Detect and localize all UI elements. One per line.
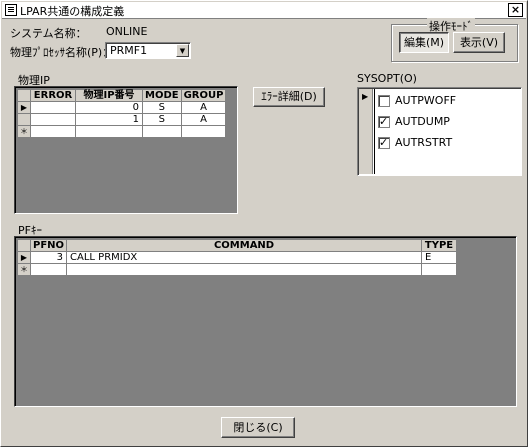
processor-name-label: 物理ﾌﾟﾛｾｯｻ名称(P)： [10,46,114,59]
view-mode-button[interactable]: 表示(V) [453,32,505,53]
cell-error[interactable] [30,113,76,126]
system-name-label: システム名称： [10,27,87,40]
window-title: LPAR共通の構成定義 [20,5,125,18]
sysopt-label: SYSOPT(O) [357,72,417,85]
processor-select[interactable]: PRMF1 ▼ [105,42,191,59]
col-group[interactable]: GROUP [180,89,227,102]
processor-select-value: PRMF1 [110,44,148,57]
col-command[interactable]: COMMAND [66,239,423,252]
row-marker[interactable] [17,113,31,126]
cell-group[interactable]: A [180,101,227,114]
table-row[interactable]: ＊ [17,125,227,138]
new-row-marker[interactable]: ＊ [17,125,31,138]
col-error[interactable]: ERROR [30,89,76,102]
table-row[interactable]: ▶ 0 S A [17,101,227,114]
cell-ip[interactable]: 0 [75,101,143,114]
checkbox-label[interactable]: AUTPWOFF [395,94,456,107]
table-row[interactable]: 1 S A [17,113,227,126]
cell-type[interactable] [421,263,458,276]
col-type[interactable]: TYPE [421,239,458,252]
row-selector-header [17,239,31,252]
cell-error[interactable] [30,125,76,138]
sysopt-divider [374,89,375,174]
check-icon: ✓ [379,136,389,149]
error-detail-button[interactable]: ｴﾗｰ詳細(D) [253,87,325,107]
table-row[interactable]: ▶ 3 CALL PRMIDX E [17,251,458,264]
new-row-marker[interactable]: ＊ [17,263,31,276]
cell-type[interactable]: E [421,251,458,264]
cell-mode[interactable]: S [142,113,182,126]
physical-ip-grid[interactable]: ERROR 物理IP番号 MODE GROUP ▶ 0 S A 1 S A ＊ [14,86,238,214]
title-bar: LPAR共通の構成定義 × [2,2,526,19]
cell-mode[interactable] [142,125,182,138]
sysopt-marker: ▶ [362,92,369,101]
cell-group[interactable]: A [180,113,227,126]
checkbox-box[interactable]: ✓ [378,115,390,128]
cell-ip[interactable] [75,125,143,138]
sysopt-selector[interactable]: ▶ [359,89,373,174]
checkbox-box[interactable] [378,95,390,107]
pfkey-grid[interactable]: PFNO COMMAND TYPE ▶ 3 CALL PRMIDX E ＊ [14,236,517,407]
cell-command[interactable] [66,263,423,276]
cell-mode[interactable]: S [142,101,182,114]
cell-pfno[interactable] [29,263,68,276]
col-ip-number[interactable]: 物理IP番号 [75,89,143,102]
cell-command[interactable]: CALL PRMIDX [66,251,423,264]
edit-mode-button[interactable]: 編集(M) [399,32,449,53]
table-row[interactable]: ＊ [17,263,458,276]
col-mode[interactable]: MODE [142,89,182,102]
window-icon [5,4,17,16]
system-name-value: ONLINE [106,25,148,38]
main-window: LPAR共通の構成定義 × システム名称： ONLINE 物理ﾌﾟﾛｾｯｻ名称(… [0,0,528,447]
chevron-down-icon[interactable]: ▼ [176,44,189,57]
check-icon: ✓ [379,115,389,128]
col-pfno[interactable]: PFNO [29,239,68,252]
cell-pfno[interactable]: 3 [29,251,68,264]
cell-ip[interactable]: 1 [75,113,143,126]
checkbox-box[interactable]: ✓ [378,136,390,149]
cell-error[interactable] [30,101,76,114]
close-icon[interactable]: × [508,3,523,17]
checkbox-label[interactable]: AUTDUMP [395,115,450,128]
row-marker[interactable]: ▶ [17,101,31,114]
checkbox-label[interactable]: AUTRSTRT [395,136,452,149]
sysopt-list[interactable]: ▶ AUTPWOFF ✓ AUTDUMP ✓ AUTRSTRT [357,87,522,176]
row-selector-header [17,89,31,102]
close-button[interactable]: 閉じる(C) [221,417,295,438]
row-marker[interactable]: ▶ [17,251,31,264]
cell-group[interactable] [180,125,227,138]
